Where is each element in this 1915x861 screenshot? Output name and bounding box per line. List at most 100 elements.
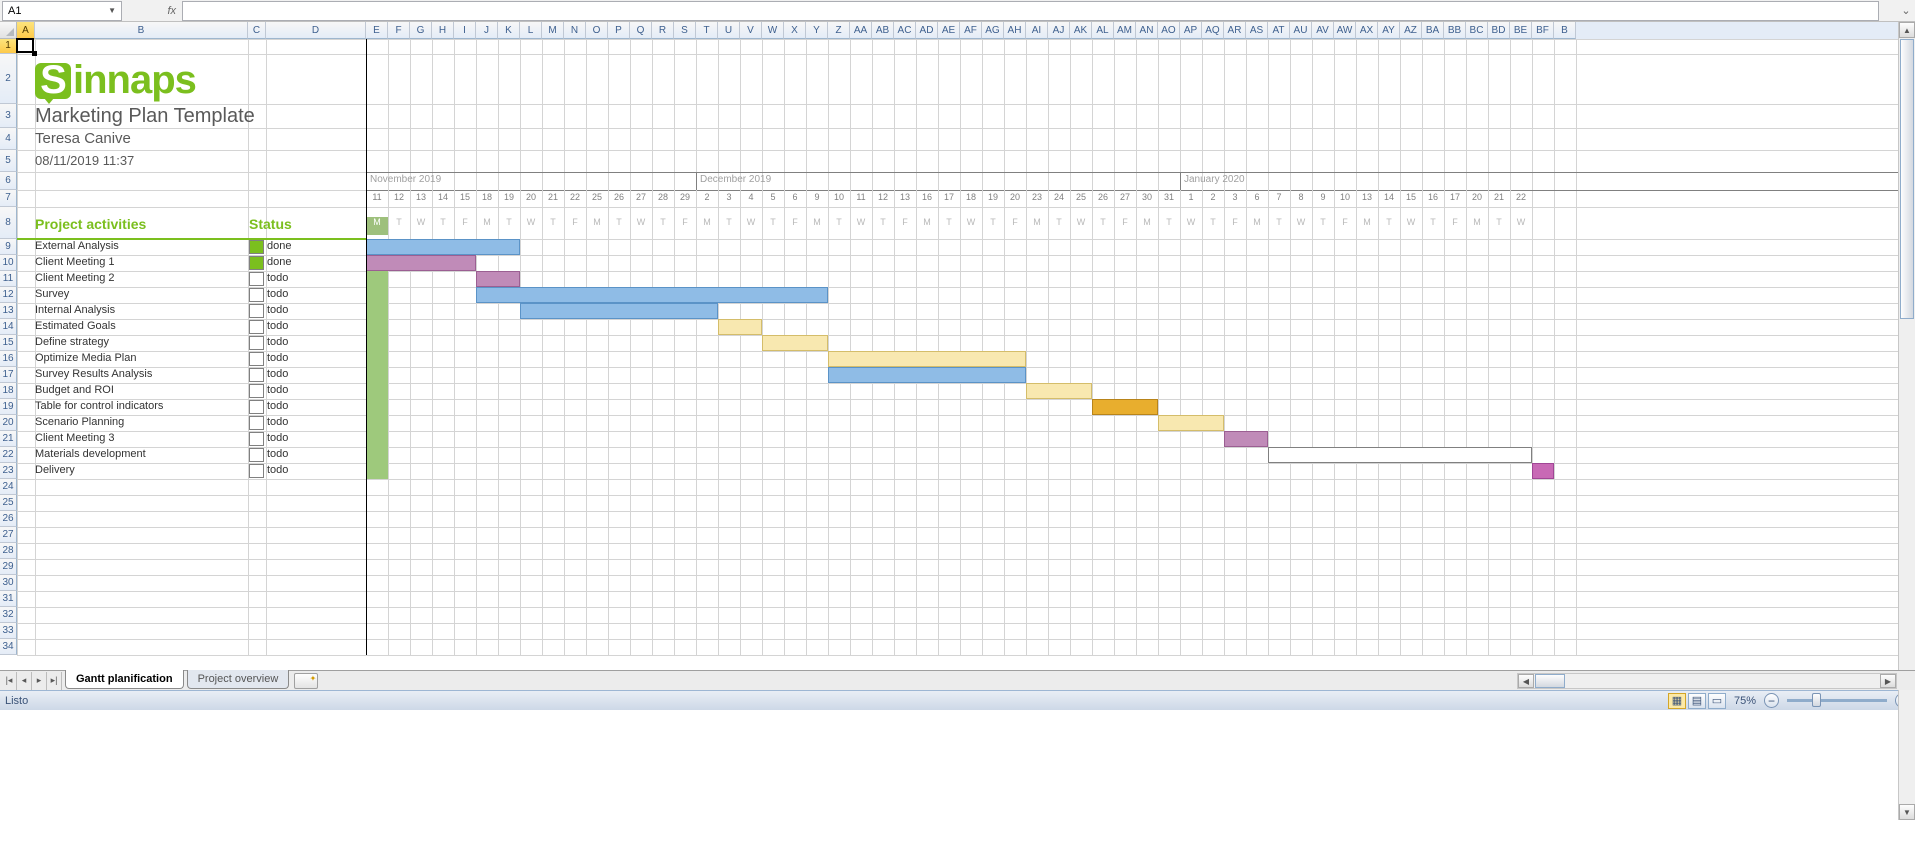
row-header[interactable]: 25	[0, 495, 17, 511]
column-header[interactable]: AK	[1070, 22, 1092, 39]
row-header[interactable]: 23	[0, 463, 17, 479]
scroll-down-icon[interactable]: ▼	[1899, 804, 1915, 820]
gantt-bar[interactable]	[366, 239, 520, 255]
column-header[interactable]: F	[388, 22, 410, 39]
column-header[interactable]: AF	[960, 22, 982, 39]
column-header[interactable]: AQ	[1202, 22, 1224, 39]
column-header[interactable]: P	[608, 22, 630, 39]
row-header[interactable]: 26	[0, 511, 17, 527]
column-header[interactable]: AP	[1180, 22, 1202, 39]
row-header[interactable]: 17	[0, 367, 17, 383]
row-header[interactable]: 18	[0, 383, 17, 399]
column-header[interactable]: AT	[1268, 22, 1290, 39]
gantt-bar[interactable]	[828, 367, 1026, 383]
row-header[interactable]: 27	[0, 527, 17, 543]
column-header[interactable]: AX	[1356, 22, 1378, 39]
zoom-thumb[interactable]	[1812, 693, 1821, 707]
tab-nav-prev-icon[interactable]: ◂	[17, 672, 32, 690]
column-header[interactable]: AG	[982, 22, 1004, 39]
view-layout-icon[interactable]: ▤	[1688, 693, 1706, 709]
row-header[interactable]: 28	[0, 543, 17, 559]
row-header[interactable]: 13	[0, 303, 17, 319]
column-header[interactable]: N	[564, 22, 586, 39]
column-header[interactable]: O	[586, 22, 608, 39]
row-header[interactable]: 6	[0, 172, 17, 190]
expand-formula-icon[interactable]: ⌄	[1897, 4, 1915, 17]
row-header[interactable]: 7	[0, 190, 17, 207]
row-header[interactable]: 12	[0, 287, 17, 303]
zoom-out-icon[interactable]: −	[1764, 693, 1779, 708]
gantt-bar[interactable]	[718, 319, 762, 335]
column-header[interactable]: Z	[828, 22, 850, 39]
column-header[interactable]: T	[696, 22, 718, 39]
column-header[interactable]: AS	[1246, 22, 1268, 39]
formula-input[interactable]	[182, 1, 1879, 21]
column-header[interactable]: U	[718, 22, 740, 39]
column-header[interactable]: E	[366, 22, 388, 39]
row-header[interactable]: 15	[0, 335, 17, 351]
column-header[interactable]: BE	[1510, 22, 1532, 39]
vertical-scrollbar[interactable]: ▲ ▼	[1898, 22, 1915, 820]
fx-label[interactable]: fx	[122, 5, 182, 17]
column-header[interactable]: Q	[630, 22, 652, 39]
scroll-up-icon[interactable]: ▲	[1899, 22, 1915, 38]
row-header[interactable]: 2	[0, 54, 17, 104]
column-header[interactable]: I	[454, 22, 476, 39]
row-header[interactable]: 30	[0, 575, 17, 591]
gantt-bar[interactable]	[1026, 383, 1092, 399]
column-header[interactable]: B	[35, 22, 248, 39]
column-header[interactable]: AB	[872, 22, 894, 39]
gantt-bar[interactable]	[828, 351, 1026, 367]
row-header[interactable]: 29	[0, 559, 17, 575]
gantt-bar[interactable]	[1158, 415, 1224, 431]
row-header[interactable]: 19	[0, 399, 17, 415]
gantt-bar[interactable]	[520, 303, 718, 319]
scroll-right-icon[interactable]: ▶	[1880, 674, 1896, 688]
fill-handle[interactable]	[32, 51, 37, 56]
vscroll-thumb[interactable]	[1900, 39, 1914, 319]
horizontal-scrollbar[interactable]: ◀ ▶	[1517, 673, 1897, 689]
gantt-bar[interactable]	[762, 335, 828, 351]
column-header[interactable]: W	[762, 22, 784, 39]
column-header[interactable]: L	[520, 22, 542, 39]
gantt-bar[interactable]	[476, 271, 520, 287]
view-pagebreak-icon[interactable]: ▭	[1708, 693, 1726, 709]
sheet-tab-gantt[interactable]: Gantt planification	[65, 670, 184, 689]
row-header[interactable]: 4	[0, 128, 17, 150]
column-header[interactable]: AZ	[1400, 22, 1422, 39]
view-normal-icon[interactable]: ▦	[1668, 693, 1686, 709]
column-header[interactable]: G	[410, 22, 432, 39]
column-header[interactable]: R	[652, 22, 674, 39]
grid-body[interactable]: SinnapsMarketing Plan TemplateTeresa Can…	[17, 39, 1915, 655]
column-header[interactable]: H	[432, 22, 454, 39]
row-header[interactable]: 33	[0, 623, 17, 639]
column-header[interactable]: V	[740, 22, 762, 39]
row-header[interactable]: 8	[0, 207, 17, 239]
column-header[interactable]: AH	[1004, 22, 1026, 39]
column-header[interactable]: B	[1554, 22, 1576, 39]
column-header[interactable]: A	[17, 22, 35, 39]
column-header[interactable]: D	[266, 22, 366, 39]
row-header[interactable]: 16	[0, 351, 17, 367]
column-header[interactable]: BC	[1466, 22, 1488, 39]
sheet-tab-overview[interactable]: Project overview	[187, 670, 290, 689]
column-header[interactable]: S	[674, 22, 696, 39]
column-header[interactable]: BB	[1444, 22, 1466, 39]
gantt-bar[interactable]	[1092, 399, 1158, 415]
gantt-bar[interactable]	[1224, 431, 1268, 447]
row-header[interactable]: 20	[0, 415, 17, 431]
row-header[interactable]: 34	[0, 639, 17, 655]
row-header[interactable]: 24	[0, 479, 17, 495]
column-header[interactable]: J	[476, 22, 498, 39]
gantt-bar[interactable]	[476, 287, 828, 303]
column-header[interactable]: AV	[1312, 22, 1334, 39]
tab-nav-next-icon[interactable]: ▸	[32, 672, 47, 690]
column-header[interactable]: AN	[1136, 22, 1158, 39]
column-header[interactable]: Y	[806, 22, 828, 39]
gantt-bar[interactable]	[366, 255, 476, 271]
column-header[interactable]: AA	[850, 22, 872, 39]
column-header[interactable]: AO	[1158, 22, 1180, 39]
column-header[interactable]: K	[498, 22, 520, 39]
row-header[interactable]: 31	[0, 591, 17, 607]
scroll-left-icon[interactable]: ◀	[1518, 674, 1534, 688]
